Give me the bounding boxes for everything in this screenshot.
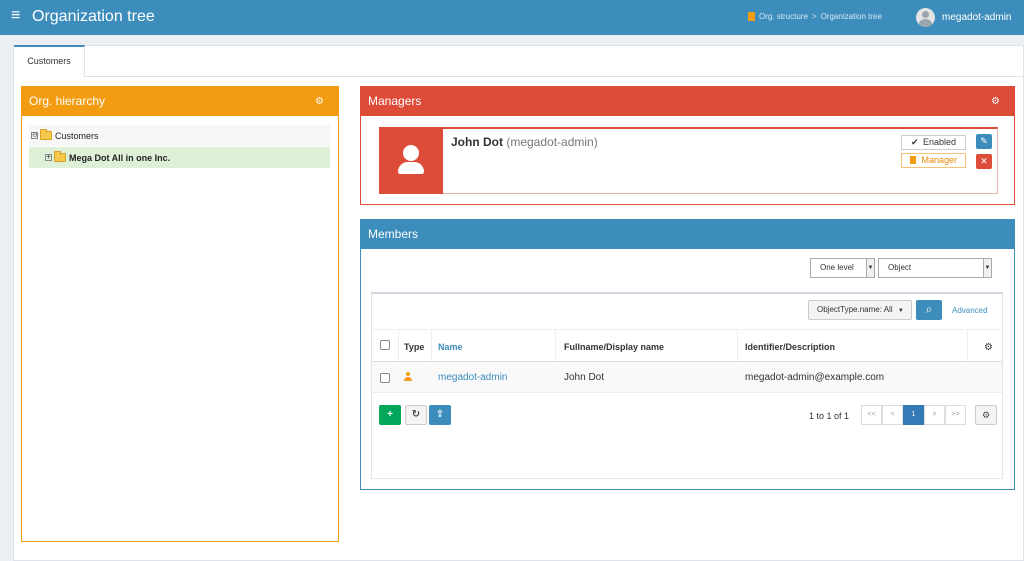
org-hierarchy-header: Org. hierarchy ⚙: [22, 87, 338, 116]
object-type-filter-label: ObjectType.name: All: [817, 305, 893, 314]
column-header-type: Type: [404, 342, 425, 352]
tree-node-label: Mega Dot All in one Inc.: [69, 152, 171, 163]
object-select[interactable]: Object ▼: [878, 258, 992, 278]
page-title: Organization tree: [32, 8, 155, 25]
table-settings-button[interactable]: ⚙: [975, 405, 997, 425]
page-prev-button[interactable]: <: [882, 405, 903, 425]
bookmark-icon: [748, 12, 755, 21]
managers-panel: Managers ⚙ John Dot (megadot-admin) ✔ En…: [360, 86, 1015, 205]
object-type-filter[interactable]: ObjectType.name: All ▼: [808, 300, 912, 320]
user-icon: [404, 372, 412, 382]
folder-icon: [54, 151, 66, 162]
object-select-value: Object: [888, 263, 912, 272]
level-select-value: One level: [820, 263, 854, 272]
tree-node-label: Customers: [55, 130, 99, 141]
main-content: Customers Org. hierarchy ⚙ ⊖ Customers +…: [13, 45, 1024, 561]
gear-icon[interactable]: ⚙: [991, 87, 1000, 116]
refresh-icon: ↻: [411, 409, 421, 420]
caret-down-icon: ▼: [897, 308, 904, 314]
add-member-button[interactable]: +: [379, 405, 401, 425]
edit-icon[interactable]: ✎: [976, 134, 992, 149]
breadcrumb-separator: >: [811, 12, 817, 21]
role-label: Manager: [921, 155, 958, 165]
panel-title: Org. hierarchy: [29, 94, 106, 108]
upload-icon: ⇪: [435, 409, 445, 420]
breadcrumb-item-org-structure[interactable]: Org. structure: [759, 12, 808, 21]
search-button[interactable]: ⌕: [916, 300, 942, 320]
tab-bar: Customers: [14, 45, 1023, 77]
row-checkbox[interactable]: [380, 373, 390, 383]
managers-header: Managers ⚙: [361, 87, 1014, 116]
page-next-button[interactable]: >: [924, 405, 945, 425]
username: megadot-admin: [942, 12, 1012, 23]
tree-node-mega-dot[interactable]: + Mega Dot All in one Inc.: [29, 147, 330, 168]
org-hierarchy-panel: Org. hierarchy ⚙ ⊖ Customers + Mega Dot …: [21, 86, 339, 542]
page-1-button[interactable]: 1: [903, 405, 924, 425]
panel-title: Members: [361, 220, 1014, 249]
gear-icon[interactable]: ⚙: [315, 87, 324, 116]
column-header-name[interactable]: Name: [438, 342, 463, 352]
role-badge: Manager: [901, 153, 966, 168]
check-icon: ✔: [910, 137, 919, 147]
user-menu[interactable]: megadot-admin: [916, 8, 1011, 27]
top-navbar: ≡ Organization tree Org. structure > Org…: [0, 0, 1024, 35]
gear-icon[interactable]: ⚙: [984, 342, 993, 353]
manager-username: (megadot-admin): [506, 135, 598, 149]
upload-button[interactable]: ⇪: [429, 405, 451, 425]
chevron-down-icon: ▼: [866, 259, 874, 277]
refresh-button[interactable]: ↻: [405, 405, 427, 425]
plus-icon: +: [387, 409, 393, 420]
status-badge: ✔ Enabled: [901, 135, 966, 150]
collapse-icon[interactable]: ⊖: [31, 132, 38, 139]
members-panel: Members One level ▼ Object ▼ ObjectType.…: [360, 219, 1015, 490]
status-label: Enabled: [923, 137, 957, 147]
avatar: [916, 8, 935, 27]
level-select[interactable]: One level ▼: [810, 258, 875, 278]
member-fullname: John Dot: [564, 372, 605, 383]
member-identifier: megadot-admin@example.com: [745, 372, 885, 383]
chevron-down-icon: ▼: [983, 259, 991, 277]
advanced-link[interactable]: Advanced: [952, 306, 988, 315]
table-header: [372, 329, 1002, 362]
manager-card: John Dot (megadot-admin) ✔ Enabled Manag…: [379, 127, 998, 194]
breadcrumb: Org. structure > Organization tree: [748, 12, 882, 21]
gear-icon: ⚙: [981, 410, 991, 420]
panel-title: Managers: [368, 94, 422, 108]
page-first-button[interactable]: <<: [861, 405, 882, 425]
page-last-button[interactable]: >>: [945, 405, 966, 425]
select-all-checkbox[interactable]: [380, 340, 390, 350]
manager-name[interactable]: John Dot (megadot-admin): [451, 135, 598, 149]
member-name-link[interactable]: megadot-admin: [438, 372, 507, 383]
close-icon[interactable]: ✕: [976, 154, 992, 169]
members-table-box: ObjectType.name: All ▼ ⌕ Advanced Type N…: [371, 292, 1003, 479]
column-header-fullname: Fullname/Display name: [564, 342, 665, 352]
column-header-identifier: Identifier/Description: [745, 342, 836, 352]
folder-open-icon: [40, 129, 52, 140]
manager-fullname: John Dot: [451, 135, 503, 149]
search-icon: ⌕: [925, 302, 933, 316]
expand-icon[interactable]: +: [45, 154, 52, 161]
tab-customers[interactable]: Customers: [14, 45, 85, 77]
breadcrumb-item-organization-tree: Organization tree: [820, 12, 882, 21]
pagination-count: 1 to 1 of 1: [809, 411, 850, 421]
tree-node-customers[interactable]: ⊖ Customers: [29, 125, 330, 146]
user-icon: [379, 129, 443, 194]
bookmark-icon: [909, 156, 916, 164]
menu-toggle-icon[interactable]: ≡: [11, 8, 20, 24]
